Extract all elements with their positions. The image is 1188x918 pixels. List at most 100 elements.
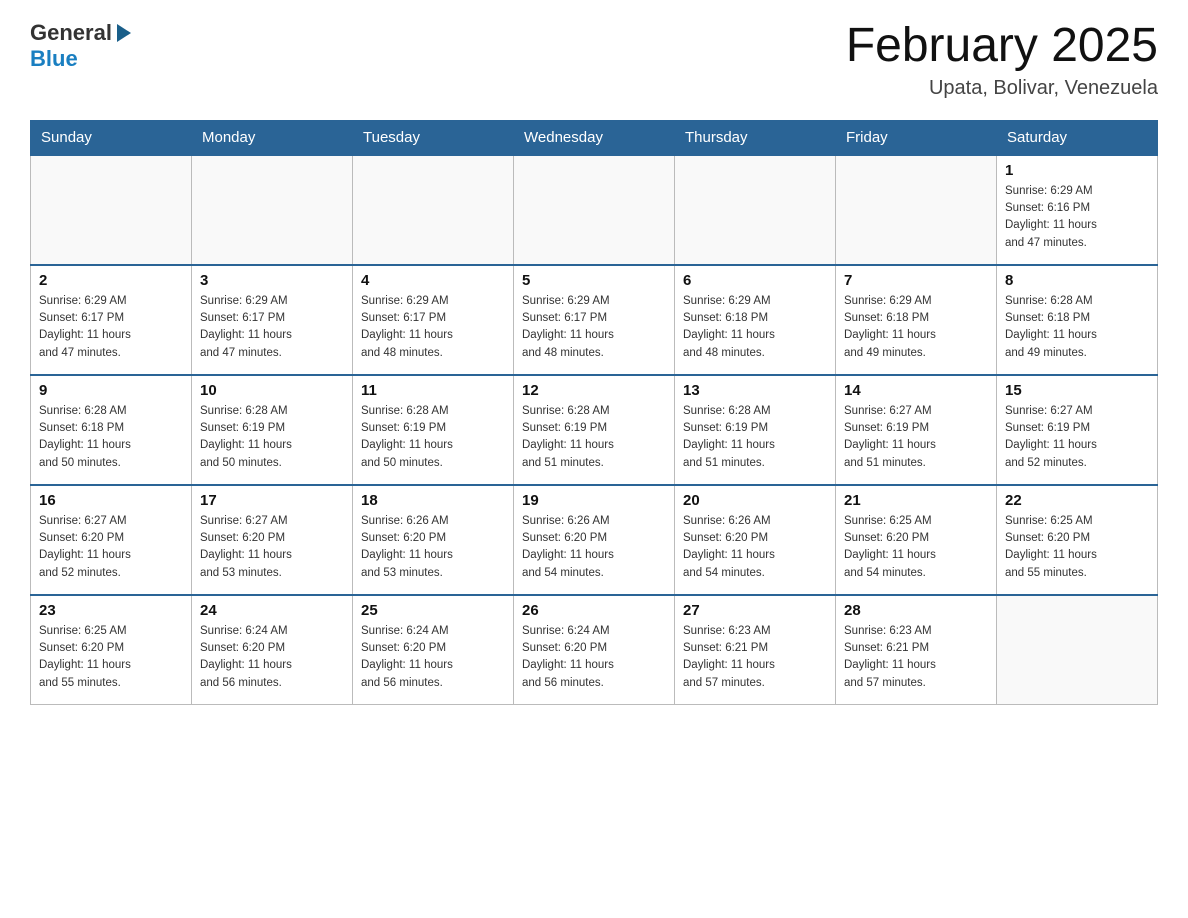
title-section: February 2025 Upata, Bolivar, Venezuela: [846, 20, 1158, 100]
calendar-cell: [514, 155, 675, 265]
day-number: 20: [683, 492, 827, 509]
day-number: 23: [39, 602, 183, 619]
calendar-cell: [353, 155, 514, 265]
calendar-cell: 20 Sunrise: 6:26 AM Sunset: 6:20 PM Dayli…: [675, 485, 836, 595]
weekday-header-monday: Monday: [192, 120, 353, 155]
day-info: Sunrise: 6:28 AM Sunset: 6:19 PM Dayligh…: [683, 403, 827, 472]
day-number: 8: [1005, 272, 1149, 289]
calendar-cell: 14 Sunrise: 6:27 AM Sunset: 6:19 PM Dayli…: [836, 375, 997, 485]
calendar-cell: [997, 595, 1158, 705]
day-number: 7: [844, 272, 988, 289]
calendar-cell: 12 Sunrise: 6:28 AM Sunset: 6:19 PM Dayli…: [514, 375, 675, 485]
calendar-week-row-3: 9 Sunrise: 6:28 AM Sunset: 6:18 PM Daylig…: [31, 375, 1158, 485]
calendar-table: SundayMondayTuesdayWednesdayThursdayFrid…: [30, 120, 1158, 706]
weekday-header-row: SundayMondayTuesdayWednesdayThursdayFrid…: [31, 120, 1158, 155]
calendar-cell: 18 Sunrise: 6:26 AM Sunset: 6:20 PM Dayli…: [353, 485, 514, 595]
day-info: Sunrise: 6:25 AM Sunset: 6:20 PM Dayligh…: [39, 623, 183, 692]
calendar-week-row-2: 2 Sunrise: 6:29 AM Sunset: 6:17 PM Daylig…: [31, 265, 1158, 375]
day-number: 26: [522, 602, 666, 619]
calendar-cell: 8 Sunrise: 6:28 AM Sunset: 6:18 PM Daylig…: [997, 265, 1158, 375]
day-number: 3: [200, 272, 344, 289]
calendar-week-row-4: 16 Sunrise: 6:27 AM Sunset: 6:20 PM Dayli…: [31, 485, 1158, 595]
day-info: Sunrise: 6:26 AM Sunset: 6:20 PM Dayligh…: [522, 513, 666, 582]
calendar-cell: 23 Sunrise: 6:25 AM Sunset: 6:20 PM Dayli…: [31, 595, 192, 705]
weekday-header-sunday: Sunday: [31, 120, 192, 155]
weekday-header-saturday: Saturday: [997, 120, 1158, 155]
day-info: Sunrise: 6:26 AM Sunset: 6:20 PM Dayligh…: [683, 513, 827, 582]
calendar-cell: 25 Sunrise: 6:24 AM Sunset: 6:20 PM Dayli…: [353, 595, 514, 705]
day-number: 24: [200, 602, 344, 619]
calendar-week-row-1: 1 Sunrise: 6:29 AM Sunset: 6:16 PM Daylig…: [31, 155, 1158, 265]
day-number: 5: [522, 272, 666, 289]
calendar-cell: 11Sunrise: 6:28 AM Sunset: 6:19 PM Dayli…: [353, 375, 514, 485]
logo-general-text: General: [30, 20, 112, 46]
day-number: 19: [522, 492, 666, 509]
calendar-cell: 13 Sunrise: 6:28 AM Sunset: 6:19 PM Dayli…: [675, 375, 836, 485]
calendar-cell: 24 Sunrise: 6:24 AM Sunset: 6:20 PM Dayli…: [192, 595, 353, 705]
calendar-week-row-5: 23 Sunrise: 6:25 AM Sunset: 6:20 PM Dayli…: [31, 595, 1158, 705]
calendar-cell: [836, 155, 997, 265]
day-number: 18: [361, 492, 505, 509]
day-number: 1: [1005, 162, 1149, 179]
day-info: Sunrise: 6:27 AM Sunset: 6:19 PM Dayligh…: [844, 403, 988, 472]
day-info: Sunrise: 6:23 AM Sunset: 6:21 PM Dayligh…: [683, 623, 827, 692]
day-number: 11: [361, 382, 505, 399]
day-number: 10: [200, 382, 344, 399]
calendar-cell: 3 Sunrise: 6:29 AM Sunset: 6:17 PM Daylig…: [192, 265, 353, 375]
day-number: 9: [39, 382, 183, 399]
day-info: Sunrise: 6:29 AM Sunset: 6:17 PM Dayligh…: [200, 293, 344, 362]
day-info: Sunrise: 6:25 AM Sunset: 6:20 PM Dayligh…: [844, 513, 988, 582]
calendar-cell: 4 Sunrise: 6:29 AM Sunset: 6:17 PM Daylig…: [353, 265, 514, 375]
day-number: 2: [39, 272, 183, 289]
calendar-cell: 6 Sunrise: 6:29 AM Sunset: 6:18 PM Daylig…: [675, 265, 836, 375]
day-number: 28: [844, 602, 988, 619]
day-info: Sunrise: 6:29 AM Sunset: 6:18 PM Dayligh…: [844, 293, 988, 362]
day-number: 4: [361, 272, 505, 289]
day-number: 27: [683, 602, 827, 619]
day-info: Sunrise: 6:28 AM Sunset: 6:18 PM Dayligh…: [39, 403, 183, 472]
day-number: 15: [1005, 382, 1149, 399]
calendar-cell: 21 Sunrise: 6:25 AM Sunset: 6:20 PM Dayli…: [836, 485, 997, 595]
calendar-cell: [31, 155, 192, 265]
page-header: General Blue February 2025 Upata, Boliva…: [30, 20, 1158, 100]
day-info: Sunrise: 6:29 AM Sunset: 6:17 PM Dayligh…: [361, 293, 505, 362]
day-info: Sunrise: 6:23 AM Sunset: 6:21 PM Dayligh…: [844, 623, 988, 692]
logo-arrow-icon: [113, 22, 135, 44]
calendar-cell: 17 Sunrise: 6:27 AM Sunset: 6:20 PM Dayli…: [192, 485, 353, 595]
day-info: Sunrise: 6:29 AM Sunset: 6:18 PM Dayligh…: [683, 293, 827, 362]
day-info: Sunrise: 6:24 AM Sunset: 6:20 PM Dayligh…: [200, 623, 344, 692]
day-info: Sunrise: 6:26 AM Sunset: 6:20 PM Dayligh…: [361, 513, 505, 582]
calendar-cell: 7 Sunrise: 6:29 AM Sunset: 6:18 PM Daylig…: [836, 265, 997, 375]
day-info: Sunrise: 6:25 AM Sunset: 6:20 PM Dayligh…: [1005, 513, 1149, 582]
day-info: Sunrise: 6:28 AM Sunset: 6:18 PM Dayligh…: [1005, 293, 1149, 362]
day-info: Sunrise: 6:28 AM Sunset: 6:19 PM Dayligh…: [200, 403, 344, 472]
calendar-cell: 10 Sunrise: 6:28 AM Sunset: 6:19 PM Dayli…: [192, 375, 353, 485]
day-number: 12: [522, 382, 666, 399]
weekday-header-friday: Friday: [836, 120, 997, 155]
day-number: 21: [844, 492, 988, 509]
day-info: Sunrise: 6:28 AM Sunset: 6:19 PM Dayligh…: [522, 403, 666, 472]
calendar-cell: 28 Sunrise: 6:23 AM Sunset: 6:21 PM Dayli…: [836, 595, 997, 705]
day-info: Sunrise: 6:24 AM Sunset: 6:20 PM Dayligh…: [361, 623, 505, 692]
day-info: Sunrise: 6:29 AM Sunset: 6:16 PM Dayligh…: [1005, 183, 1149, 252]
day-number: 22: [1005, 492, 1149, 509]
day-number: 14: [844, 382, 988, 399]
day-number: 13: [683, 382, 827, 399]
weekday-header-tuesday: Tuesday: [353, 120, 514, 155]
day-number: 25: [361, 602, 505, 619]
day-info: Sunrise: 6:27 AM Sunset: 6:19 PM Dayligh…: [1005, 403, 1149, 472]
month-title: February 2025: [846, 20, 1158, 73]
day-info: Sunrise: 6:27 AM Sunset: 6:20 PM Dayligh…: [39, 513, 183, 582]
calendar-cell: 5Sunrise: 6:29 AM Sunset: 6:17 PM Daylig…: [514, 265, 675, 375]
day-number: 17: [200, 492, 344, 509]
day-info: Sunrise: 6:24 AM Sunset: 6:20 PM Dayligh…: [522, 623, 666, 692]
day-number: 16: [39, 492, 183, 509]
day-info: Sunrise: 6:29 AM Sunset: 6:17 PM Dayligh…: [39, 293, 183, 362]
calendar-cell: 16 Sunrise: 6:27 AM Sunset: 6:20 PM Dayli…: [31, 485, 192, 595]
calendar-cell: [675, 155, 836, 265]
logo: General Blue: [30, 20, 135, 72]
calendar-cell: 19 Sunrise: 6:26 AM Sunset: 6:20 PM Dayli…: [514, 485, 675, 595]
day-info: Sunrise: 6:27 AM Sunset: 6:20 PM Dayligh…: [200, 513, 344, 582]
day-number: 6: [683, 272, 827, 289]
calendar-cell: 27 Sunrise: 6:23 AM Sunset: 6:21 PM Dayli…: [675, 595, 836, 705]
